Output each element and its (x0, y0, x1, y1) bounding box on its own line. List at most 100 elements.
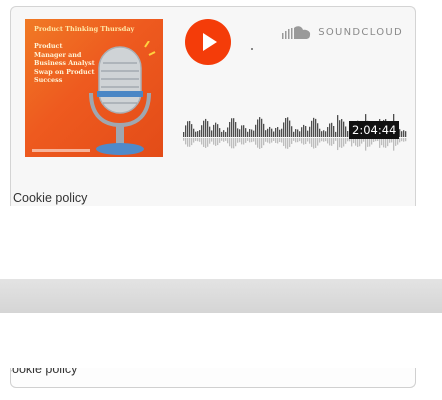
waveform-reflection (213, 138, 215, 145)
waveform-reflection (387, 138, 389, 147)
waveform-bar (341, 119, 343, 137)
waveform-reflection (383, 138, 385, 148)
waveform-bar (403, 130, 405, 137)
waveform-reflection (315, 138, 317, 148)
waveform-bar (193, 128, 195, 137)
waveform-reflection (215, 138, 217, 146)
waveform-bar (297, 129, 299, 137)
waveform-reflection (309, 138, 311, 144)
waveform-reflection (333, 138, 335, 145)
waveform-reflection (277, 138, 279, 144)
waveform-bar (183, 132, 185, 137)
waveform-reflection (327, 138, 329, 144)
waveform-reflection (207, 138, 209, 147)
waveform-reflection (341, 138, 343, 148)
waveform-reflection (295, 138, 297, 143)
waveform-reflection (251, 138, 253, 143)
waveform-bar (343, 121, 345, 137)
waveform-reflection (209, 138, 211, 144)
waveform-reflection (313, 138, 315, 149)
waveform-reflection (203, 138, 205, 147)
waveform-reflection (365, 138, 367, 151)
waveform-bar (257, 119, 259, 137)
waveform-reflection (237, 138, 239, 143)
waveform-bar (345, 126, 347, 137)
waveform-reflection (303, 138, 305, 145)
waveform-bar (339, 120, 341, 137)
waveform-reflection (297, 138, 299, 143)
cookie-policy-link-clipped[interactable]: Cookie policy (11, 368, 77, 376)
soundcloud-embed-player: Product Thinking Thursday Product Manage… (10, 6, 416, 206)
waveform-bar (241, 125, 243, 137)
waveform-bar (187, 121, 189, 137)
waveform-reflection (293, 138, 295, 141)
waveform-bar (299, 131, 301, 137)
waveform-bar (195, 131, 197, 137)
waveform-reflection (311, 138, 313, 147)
waveform-bar (295, 129, 297, 137)
waveform-reflection (405, 138, 407, 142)
waveform-reflection (243, 138, 245, 145)
waveform-reflection (233, 138, 235, 149)
waveform-reflection (201, 138, 203, 145)
waveform-reflection (275, 138, 277, 143)
waveform-reflection (299, 138, 301, 142)
waveform-reflection (307, 138, 309, 142)
artwork-footer-bar (32, 149, 90, 152)
soundcloud-cloud-icon (282, 26, 311, 39)
waveform-reflection (329, 138, 331, 146)
microphone-icon (89, 41, 156, 155)
waveform-bar (289, 120, 291, 137)
waveform-reflection (183, 138, 185, 141)
waveform-reflection (225, 138, 227, 141)
play-button[interactable] (185, 19, 231, 65)
waveform-bar (251, 129, 253, 137)
separator-dot (251, 48, 253, 50)
waveform-reflection (403, 138, 405, 142)
waveform-reflection (267, 138, 269, 143)
waveform-bar (237, 128, 239, 137)
waveform-reflection (241, 138, 243, 145)
waveform-reflection (261, 138, 263, 149)
track-artwork[interactable]: Product Thinking Thursday Product Manage… (25, 19, 163, 157)
waveform-reflection (369, 138, 371, 147)
duration-badge: 2:04:44 (349, 121, 400, 139)
waveform-bar (327, 127, 329, 137)
waveform-reflection (245, 138, 247, 143)
waveform-bar (307, 130, 309, 137)
waveform-reflection (235, 138, 237, 147)
waveform-reflection (401, 138, 403, 142)
waveform-bar (219, 128, 221, 137)
waveform-bar (199, 130, 201, 137)
waveform-bar (277, 127, 279, 137)
waveform-reflection (247, 138, 249, 141)
waveform-reflection (351, 138, 353, 147)
waveform-reflection (357, 138, 359, 147)
waveform-bar (225, 131, 227, 137)
waveform-bar (279, 129, 281, 137)
waveform-bar (263, 123, 265, 137)
cookie-policy-link[interactable]: Cookie policy (13, 191, 87, 205)
waveform-bar (269, 126, 271, 137)
waveform-reflection (331, 138, 333, 146)
waveform-bar (309, 126, 311, 137)
waveform-bar (271, 128, 273, 137)
waveform-reflection (257, 138, 259, 148)
waveform-reflection (381, 138, 383, 146)
waveform-bar (405, 131, 407, 137)
waveform-bar (311, 120, 313, 137)
waveform-bar (325, 131, 327, 137)
waveform-reflection (325, 138, 327, 142)
waveform-reflection (255, 138, 257, 145)
waveform-reflection (339, 138, 341, 148)
waveform-bar (203, 120, 205, 137)
section-divider (0, 279, 442, 313)
waveform-bar (315, 118, 317, 137)
waveform-reflection (285, 138, 287, 149)
waveform-reflection (319, 138, 321, 143)
waveform-reflection (187, 138, 189, 147)
waveform-bar (223, 130, 225, 137)
waveform-bar (305, 126, 307, 137)
soundcloud-logo[interactable]: SOUNDCLOUD (282, 25, 403, 39)
waveform-reflection (249, 138, 251, 143)
